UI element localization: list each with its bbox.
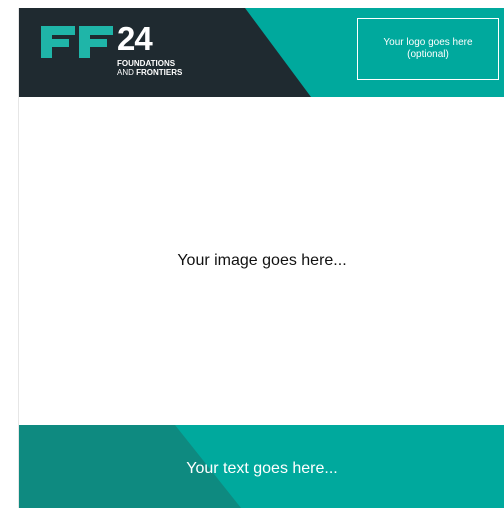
image-placeholder: Your image goes here... [19, 97, 504, 425]
ff-brand-mark-icon [41, 26, 113, 58]
footer-banner: Your text goes here... [19, 425, 504, 508]
brand-line2-bold: FRONTIERS [136, 68, 183, 77]
poster-template: 24 FOUNDATIONS AND FRONTIERS Your logo g… [18, 8, 504, 508]
footer-text: Your text goes here... [186, 460, 338, 477]
logo-placeholder-line1: Your logo goes here [383, 37, 473, 48]
header-banner: 24 FOUNDATIONS AND FRONTIERS Your logo g… [19, 8, 504, 97]
brand-line2-prefix: AND [117, 68, 137, 77]
brand-logo: 24 FOUNDATIONS AND FRONTIERS [41, 22, 201, 82]
brand-number: 24 [117, 20, 153, 57]
logo-placeholder: Your logo goes here (optional) [357, 18, 499, 80]
image-placeholder-text: Your image goes here... [177, 252, 347, 269]
brand-name-line1: FOUNDATIONS [117, 59, 176, 68]
brand-name-line2: AND FRONTIERS [117, 68, 182, 77]
logo-placeholder-line2: (optional) [407, 49, 449, 60]
